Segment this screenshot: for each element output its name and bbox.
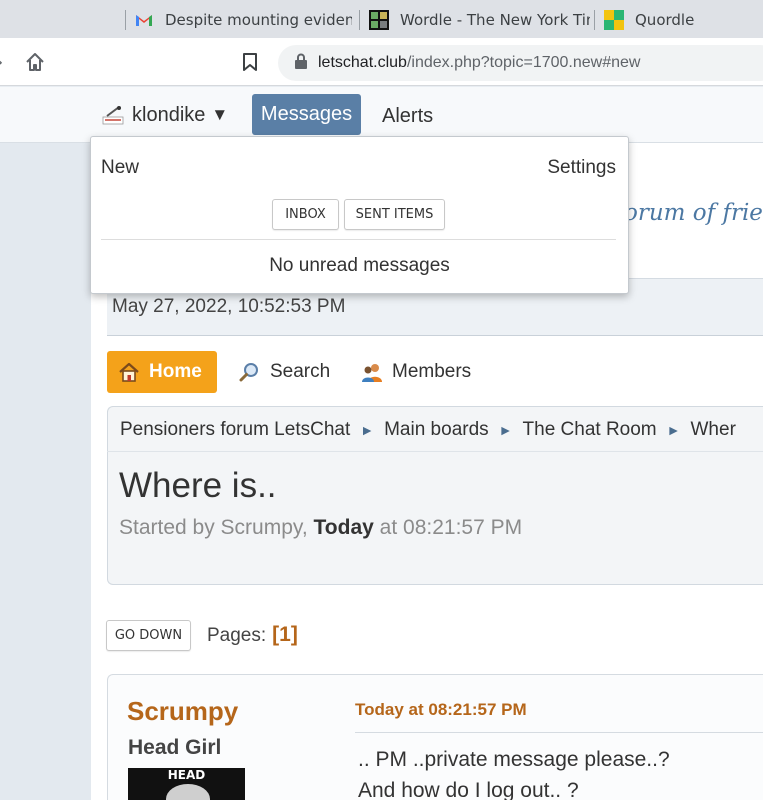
- browser-tab-gmail[interactable]: Despite mounting evidence: [134, 8, 352, 32]
- dropdown-divider: [101, 239, 616, 240]
- breadcrumb-link-forum[interactable]: Pensioners forum LetsChat: [120, 419, 350, 440]
- breadcrumb-arrow-icon: ►: [498, 422, 513, 438]
- post-body-line: .. PM ..private message please..?: [358, 748, 670, 771]
- tab-title: Quordle: [635, 11, 695, 29]
- sent-items-button[interactable]: SENT ITEMS: [344, 199, 445, 230]
- nav-search-label: Search: [270, 361, 331, 382]
- members-icon: [360, 360, 384, 384]
- avatar-label: HEAD: [167, 768, 206, 782]
- breadcrumb-arrow-icon: ►: [666, 422, 681, 438]
- post-body-line: And how do I log out.. ?: [358, 779, 579, 800]
- author-rank: Head Girl: [128, 736, 222, 759]
- started-time: at 08:21:57 PM: [379, 516, 523, 539]
- nav-search-button[interactable]: Search: [238, 360, 330, 384]
- tab-title: Wordle - The New York Tim: [400, 11, 590, 29]
- post-divider: [355, 732, 763, 733]
- author-avatar: HEAD: [128, 768, 245, 800]
- forum-top-bar: klondike ▼ Messages Alerts: [0, 87, 763, 143]
- go-down-button[interactable]: GO DOWN: [106, 620, 191, 651]
- home-icon[interactable]: [24, 51, 46, 77]
- address-bar[interactable]: letschat.club/index.php?topic=1700.new#n…: [278, 45, 763, 81]
- user-menu[interactable]: klondike ▼: [102, 101, 228, 129]
- started-day: Today: [313, 516, 374, 539]
- magnifier-icon: [238, 360, 262, 384]
- breadcrumb-link-topic[interactable]: Wher: [691, 419, 736, 440]
- no-messages-text: No unread messages: [269, 255, 450, 276]
- nav-members-label: Members: [392, 361, 472, 382]
- url-text: letschat.club/index.php?topic=1700.new#n…: [318, 54, 640, 72]
- alerts-button[interactable]: Alerts: [382, 105, 433, 128]
- house-icon: [117, 360, 141, 384]
- topic-started-by: Started by Scrumpy, Today at 08:21:57 PM: [119, 516, 522, 540]
- url-host: letschat.club: [318, 54, 407, 71]
- tab-separator: [594, 10, 595, 30]
- left-margin: [0, 143, 91, 800]
- post-author[interactable]: Scrumpy: [127, 696, 238, 727]
- breadcrumb-link-main-boards[interactable]: Main boards: [384, 419, 489, 440]
- new-message-link[interactable]: New: [101, 157, 139, 179]
- lock-icon: [294, 53, 308, 73]
- tab-title: Despite mounting evidence: [165, 11, 352, 29]
- browser-tab-quordle[interactable]: Quordle: [604, 8, 763, 32]
- breadcrumb-divider: [107, 451, 763, 452]
- forward-icon[interactable]: ›: [0, 52, 3, 73]
- gmail-icon: [134, 10, 154, 30]
- current-page[interactable]: [1]: [272, 623, 298, 646]
- breadcrumb-arrow-icon: ►: [360, 422, 375, 438]
- messages-dropdown: New Settings INBOX SENT ITEMS No unread …: [90, 136, 629, 294]
- quordle-icon: [604, 10, 624, 30]
- page-title: Where is..: [119, 466, 277, 505]
- post-date[interactable]: Today at 08:21:57 PM: [355, 700, 527, 720]
- username: klondike: [132, 103, 206, 126]
- nav-home-button[interactable]: Home: [107, 351, 217, 393]
- browser-toolbar: › letschat.club/index.php?topic=1700.new…: [0, 38, 763, 86]
- url-path: /index.php?topic=1700.new#new: [406, 54, 641, 71]
- messages-button[interactable]: Messages: [252, 94, 361, 135]
- message-settings-link[interactable]: Settings: [547, 157, 616, 179]
- browser-tab-wordle[interactable]: Wordle - The New York Tim: [369, 8, 590, 32]
- started-prefix: Started by Scrumpy,: [119, 516, 308, 539]
- nav-members-button[interactable]: Members: [360, 360, 471, 384]
- tab-separator: [125, 10, 126, 30]
- tab-separator: [359, 10, 360, 30]
- browser-tab-strip: Despite mounting evidence Wordle - The N…: [0, 0, 763, 38]
- avatar-face: [166, 784, 210, 800]
- nav-home-label: Home: [149, 361, 202, 382]
- current-date: May 27, 2022, 10:52:53 PM: [112, 296, 346, 317]
- breadcrumb-link-chat-room[interactable]: The Chat Room: [523, 419, 657, 440]
- wordle-icon: [369, 10, 389, 30]
- breadcrumb: Pensioners forum LetsChat ► Main boards ► Th…: [120, 419, 736, 441]
- bookmark-icon[interactable]: [241, 52, 259, 76]
- inbox-button[interactable]: INBOX: [272, 199, 339, 230]
- forum-tagline: orum of frien: [624, 200, 763, 226]
- user-avatar-icon: [102, 104, 124, 126]
- chevron-down-icon: ▼: [211, 105, 229, 124]
- pagination: Pages: [1]: [207, 623, 298, 647]
- pages-label: Pages:: [207, 625, 267, 646]
